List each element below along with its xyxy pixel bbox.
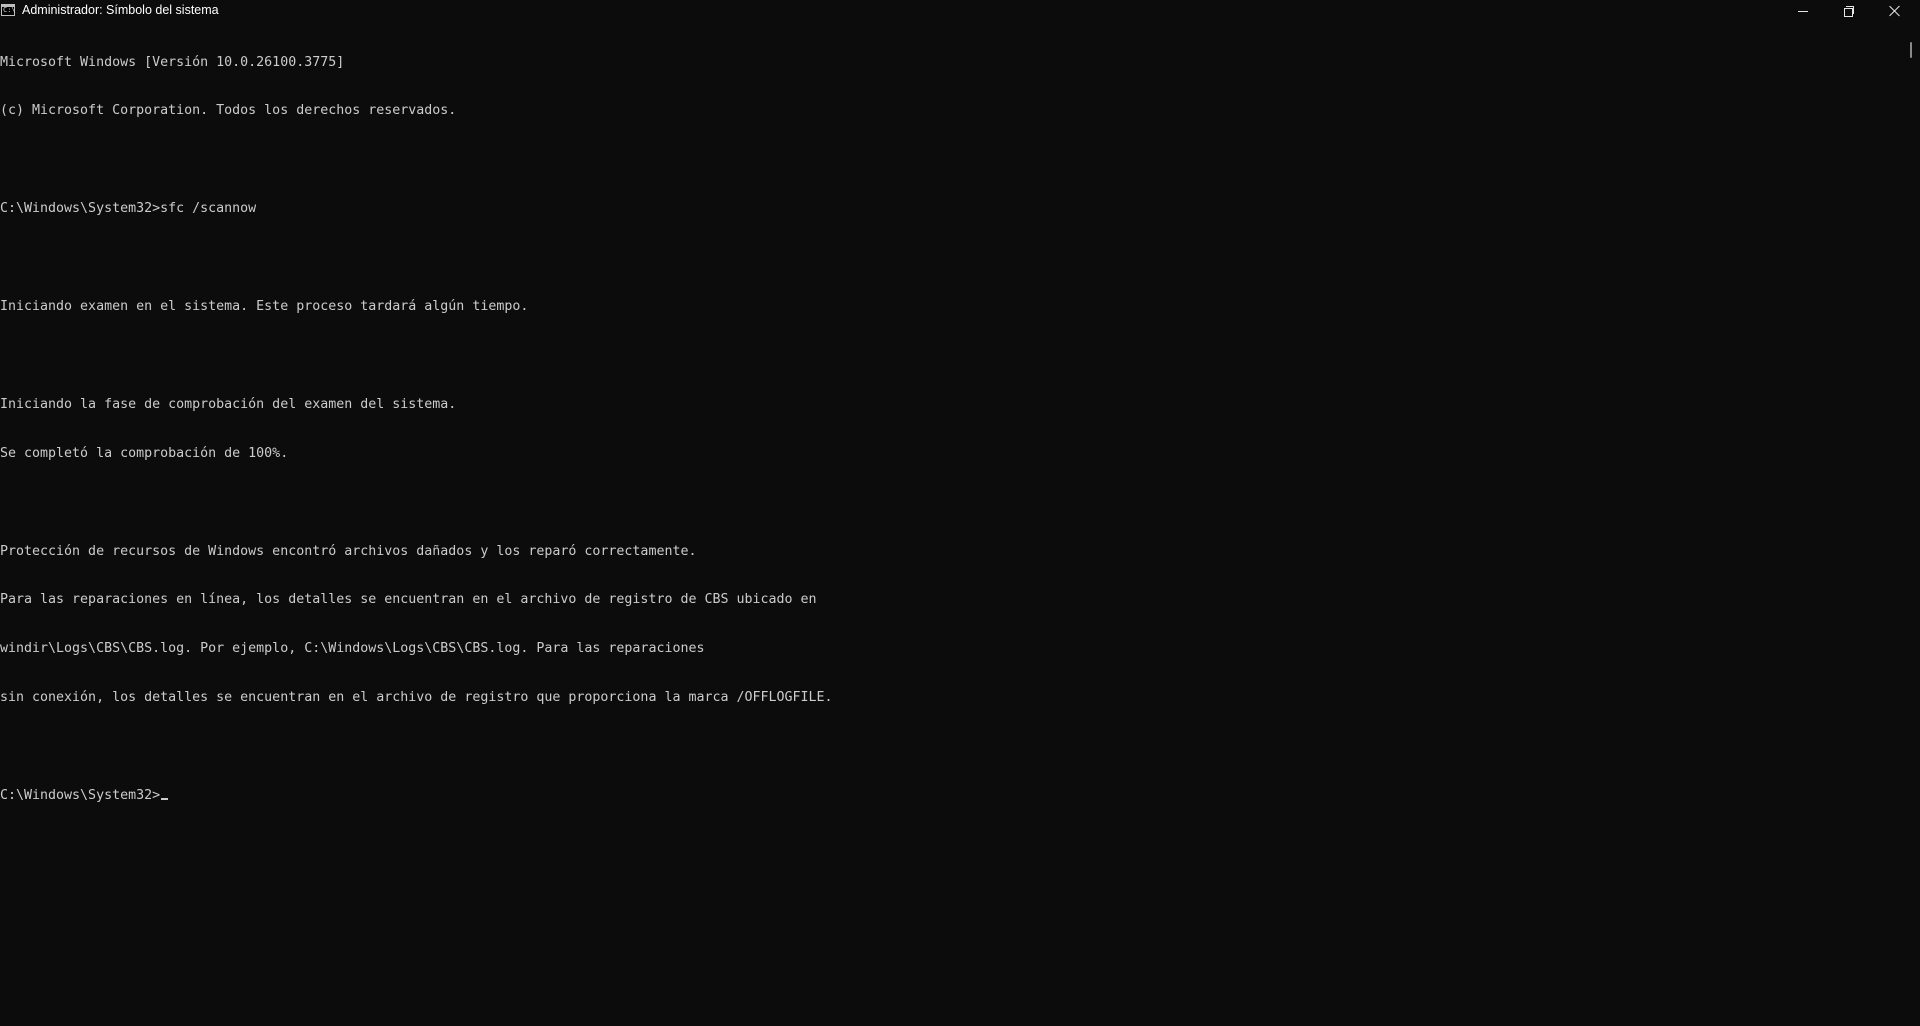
- scrollbar-thumb[interactable]: [1910, 42, 1912, 58]
- console-line: Protección de recursos de Windows encont…: [0, 543, 697, 559]
- cmd-icon-glyph: C:\: [3, 6, 16, 14]
- title-bar[interactable]: C:\ Administrador: Símbolo del sistema: [0, 0, 1920, 22]
- text-cursor: [161, 797, 169, 800]
- console-line: (c) Microsoft Corporation. Todos los der…: [0, 103, 457, 119]
- command-prompt: C:\Windows\System32>: [0, 787, 161, 803]
- console-line: sin conexión, los detalles se encuentran…: [0, 690, 833, 706]
- console-line: Microsoft Windows [Versión 10.0.26100.37…: [0, 54, 345, 70]
- cmd-window: C:\ Administrador: Símbolo del sistema M…: [0, 0, 1920, 1026]
- prompt-line[interactable]: C:\Windows\System32>: [0, 788, 1900, 804]
- minimize-button[interactable]: [1780, 0, 1826, 22]
- close-button[interactable]: [1872, 0, 1918, 22]
- console-line: Se completó la comprobación de 100%.: [0, 445, 289, 461]
- console-line: windir\Logs\CBS\CBS.log. Por ejemplo, C:…: [0, 641, 705, 657]
- console-output[interactable]: Microsoft Windows [Versión 10.0.26100.37…: [0, 22, 1900, 1026]
- close-icon: [1889, 5, 1901, 17]
- cmd-icon[interactable]: C:\: [1, 4, 16, 16]
- console-line: Iniciando examen en el sistema. Este pro…: [0, 299, 529, 315]
- console-line: Para las reparaciones en línea, los deta…: [0, 592, 817, 608]
- window-title: Administrador: Símbolo del sistema: [22, 3, 219, 17]
- console-line: C:\Windows\System32>sfc /scannow: [0, 201, 257, 217]
- restore-icon: [1844, 6, 1854, 17]
- minimize-icon: [1798, 10, 1808, 12]
- vertical-scrollbar[interactable]: [1904, 22, 1920, 1026]
- restore-button[interactable]: [1826, 0, 1872, 22]
- console-line: Iniciando la fase de comprobación del ex…: [0, 396, 457, 412]
